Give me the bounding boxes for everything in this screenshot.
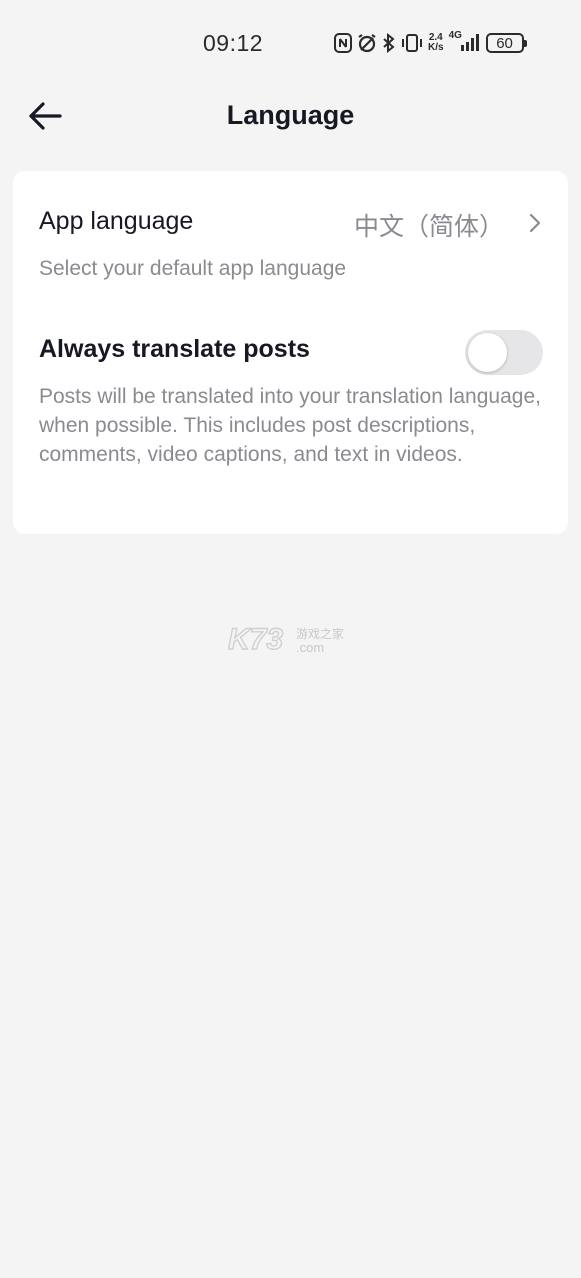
status-icons: 2.4 K/s 4G 60 [334,30,527,55]
app-language-row[interactable]: App language 中文（简体） Select your default … [13,171,568,283]
alarm-icon [357,33,377,53]
nfc-icon [334,33,352,53]
bluetooth-icon [382,33,396,53]
nav-bar: Language [0,86,581,146]
app-language-value: 中文（简体） [353,213,504,241]
network-speed: 2.4 K/s [428,33,444,53]
settings-card: App language 中文（简体） Select your default … [13,171,568,534]
translate-posts-title: Always translate posts [39,335,310,363]
chevron-right-icon [526,211,544,235]
watermark-logo: K73 游戏之家 .com [227,621,354,657]
toggle-knob [468,333,507,372]
svg-text:K73: K73 [228,623,283,656]
signal-icon: 4G [448,30,481,53]
speed-unit: K/s [428,42,444,53]
translate-posts-description: Posts will be translated into your trans… [39,385,541,466]
vibrate-icon [401,33,423,53]
status-time: 09:12 [203,30,264,56]
translate-posts-row: Always translate posts Posts will be tra… [13,311,568,534]
battery-icon: 60 [485,33,527,53]
svg-text:游戏之家: 游戏之家 [296,626,344,641]
translate-posts-toggle[interactable] [465,330,543,375]
page-title: Language [226,100,355,130]
battery-level: 60 [496,34,513,52]
network-type: 4G [448,30,462,41]
app-language-description: Select your default app language [39,257,347,280]
app-language-title: App language [39,207,194,235]
status-bar: 09:12 2.4 K/s 4G 60 [0,0,581,86]
svg-text:.com: .com [296,640,324,655]
